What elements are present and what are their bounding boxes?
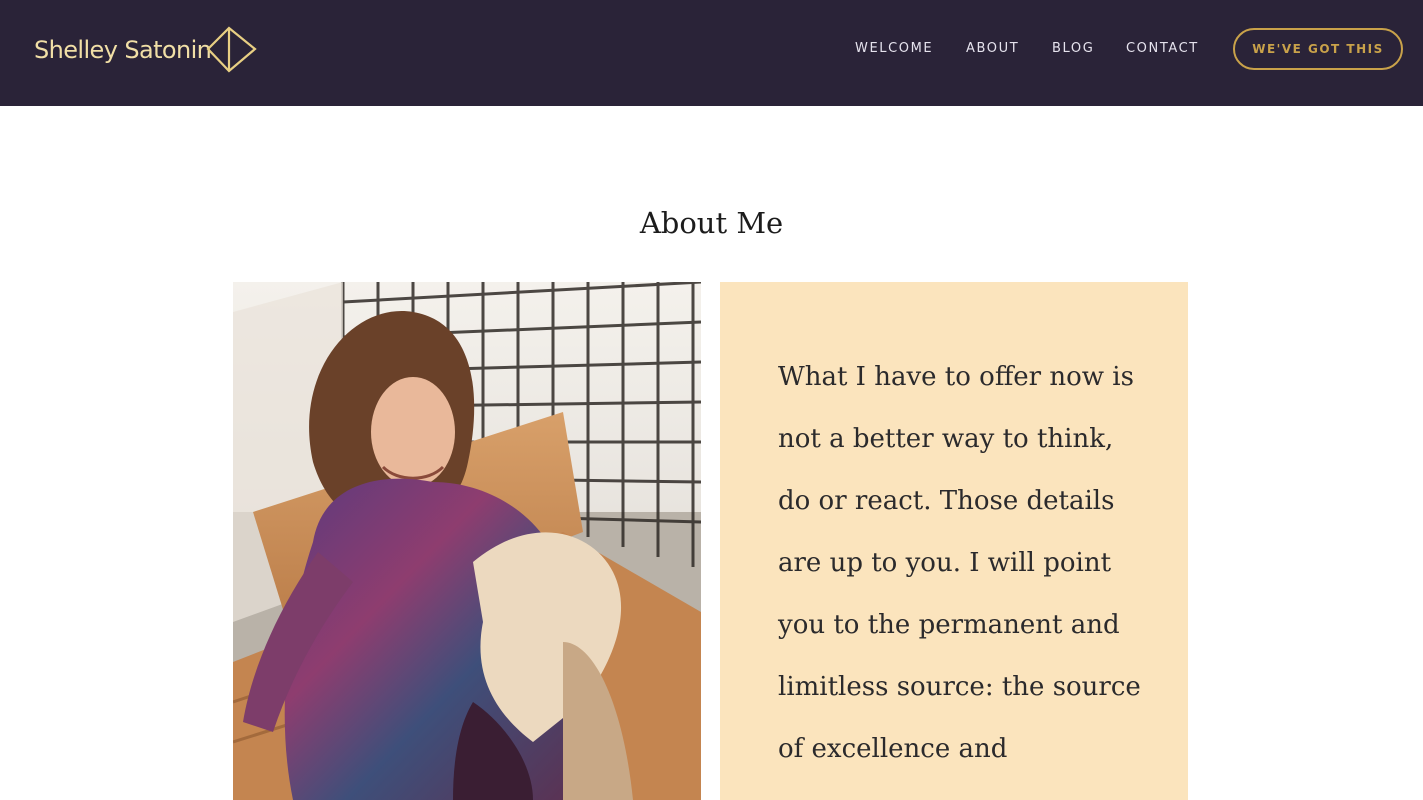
about-photo — [233, 282, 701, 800]
woman-sitting-photo — [233, 282, 701, 800]
brand-name: Shelley Satonin — [34, 36, 212, 64]
nav-about[interactable]: ABOUT — [966, 40, 1019, 58]
site-header: Shelley Satonin WELCOME ABOUT BLOG CONTA… — [0, 0, 1423, 106]
nav-welcome[interactable]: WELCOME — [855, 40, 933, 58]
weve-got-this-button[interactable]: WE'VE GOT THIS — [1233, 28, 1403, 70]
nav-contact[interactable]: CONTACT — [1126, 40, 1199, 58]
about-quote-card: What I have to offer now is not a better… — [720, 282, 1188, 800]
brand-logo-link[interactable]: Shelley Satonin — [34, 26, 259, 74]
nav-blog[interactable]: BLOG — [1052, 40, 1094, 58]
diamond-logo-icon — [206, 26, 258, 73]
about-title: About Me — [639, 206, 784, 240]
about-quote-text: What I have to offer now is not a better… — [778, 362, 1141, 764]
